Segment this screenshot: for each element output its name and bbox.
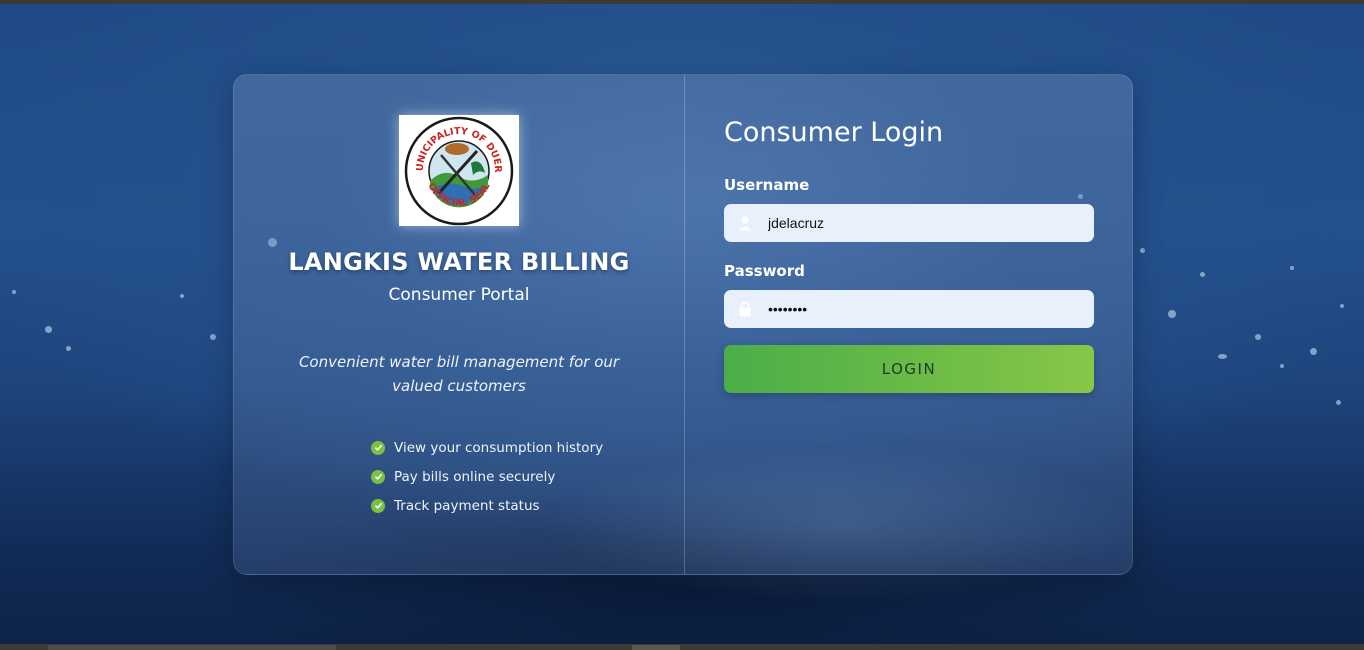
- feature-label: Track payment status: [394, 497, 540, 514]
- feature-item: Pay bills online securely: [371, 462, 603, 491]
- username-field-wrapper: [724, 204, 1094, 242]
- lock-icon: [737, 301, 753, 317]
- check-circle-icon: [371, 469, 385, 484]
- username-label: Username: [724, 176, 810, 194]
- login-title: Consumer Login: [724, 117, 944, 148]
- feature-label: Pay bills online securely: [394, 468, 556, 485]
- check-circle-icon: [371, 440, 385, 455]
- username-input[interactable]: [768, 204, 1078, 242]
- municipality-seal-logo: MUNICIPALITY OF DUERO OFFICIAL SEAL: [399, 115, 519, 226]
- user-icon: [737, 215, 753, 231]
- brand-title: LANGKIS WATER BILLING: [288, 248, 630, 276]
- feature-item: View your consumption history: [371, 433, 603, 462]
- login-card: MUNICIPALITY OF DUERO OFFICIAL SEAL LANG…: [233, 74, 1133, 575]
- check-circle-icon: [371, 498, 385, 513]
- feature-list: View your consumption history Pay bills …: [371, 433, 603, 520]
- password-label: Password: [724, 262, 805, 280]
- password-input[interactable]: [768, 290, 1078, 328]
- panel-divider: [684, 75, 685, 574]
- brand-tagline: Convenient water bill management for our…: [298, 353, 620, 395]
- password-field-wrapper: [724, 290, 1094, 328]
- login-button[interactable]: LOGIN: [724, 345, 1094, 393]
- feature-label: View your consumption history: [394, 439, 604, 456]
- bottom-window-edge: [0, 644, 1364, 650]
- brand-subtitle: Consumer Portal: [388, 285, 530, 305]
- feature-item: Track payment status: [371, 491, 603, 520]
